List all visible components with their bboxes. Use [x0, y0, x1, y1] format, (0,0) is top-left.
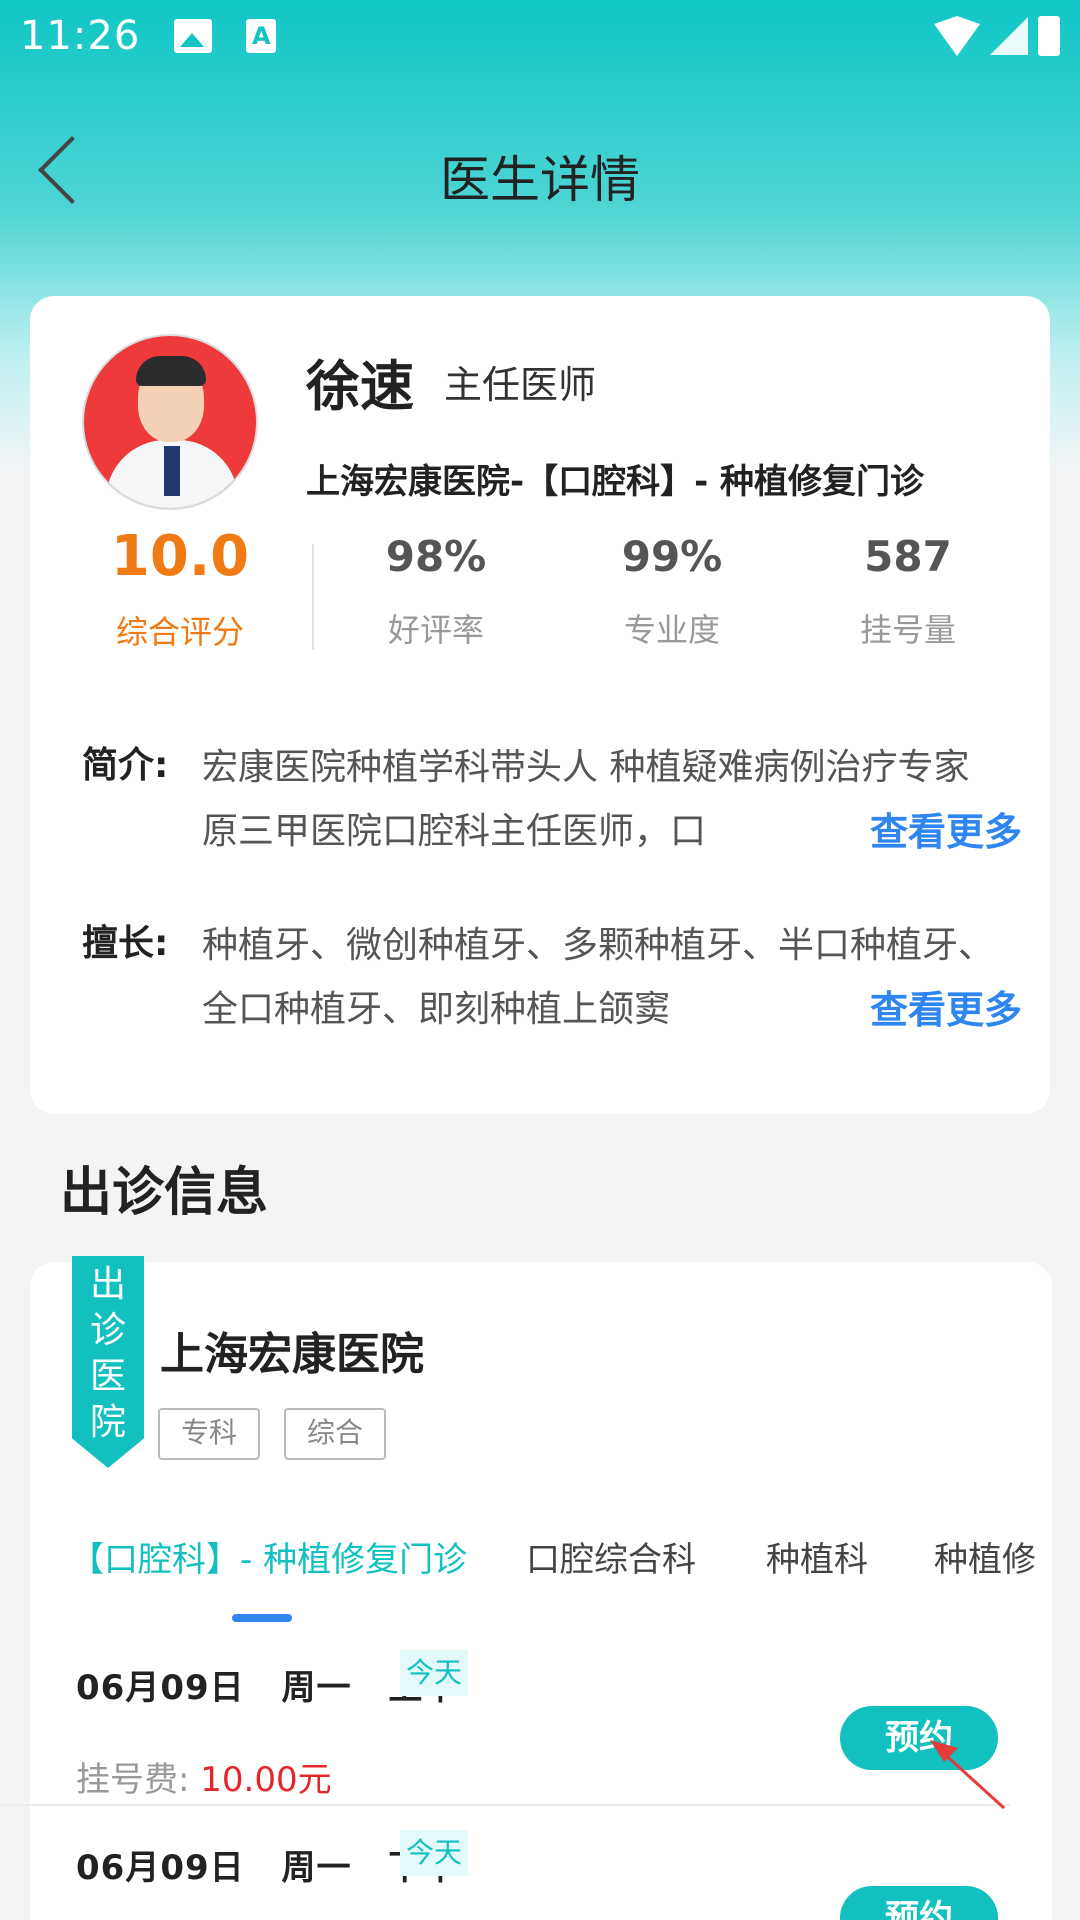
- doctor-title: 主任医师: [444, 363, 597, 407]
- today-badge: 今天: [400, 1650, 469, 1696]
- hospital-tag: 专科: [158, 1408, 260, 1460]
- page-title: 医生详情: [440, 151, 640, 209]
- image-notification-icon: [174, 19, 213, 53]
- slot-weekday: 周一: [281, 1848, 352, 1888]
- fee-label: 挂号费:: [76, 1760, 190, 1800]
- ribbon-char: 诊: [89, 1310, 126, 1351]
- doctor-name: 徐速: [306, 355, 414, 418]
- tab-active-indicator: [232, 1614, 292, 1622]
- book-button[interactable]: 预约: [840, 1886, 998, 1920]
- hospital-tag: 综合: [284, 1408, 386, 1460]
- intro-label: 简介:: [82, 745, 169, 786]
- nav-bar: 医生详情: [0, 100, 1080, 240]
- stat-label: 好评率: [387, 611, 484, 649]
- stat-positive-rate: 98% 好评率: [346, 532, 526, 651]
- status-indicators: [934, 16, 1060, 56]
- tab-implant-restoration[interactable]: 【口腔科】- 种植修复门诊: [70, 1532, 467, 1581]
- intro-more-link[interactable]: 查看更多: [867, 800, 1022, 864]
- stat-value: 98%: [385, 532, 487, 581]
- battery-icon: [1038, 16, 1060, 56]
- fee-value: 10.00元: [200, 1760, 332, 1800]
- score-label: 综合评分: [115, 613, 244, 651]
- ribbon-char: 院: [89, 1402, 126, 1443]
- slot-weekday: 周一: [281, 1668, 352, 1708]
- stat-value: 587: [864, 532, 952, 581]
- slot-date: 06月09日: [76, 1848, 245, 1888]
- visit-section-title: 出诊信息: [60, 1163, 269, 1223]
- department-tabs: 【口腔科】- 种植修复门诊 口腔综合科 种植科 种植修: [70, 1532, 1044, 1612]
- doctor-department: 上海宏康医院-【口腔科】- 种植修复门诊: [306, 462, 925, 502]
- status-bar: 11:26 A: [0, 0, 1080, 72]
- wifi-icon: [934, 16, 980, 56]
- status-time: 11:26: [20, 13, 141, 59]
- stat-professionalism: 99% 专业度: [582, 532, 762, 651]
- stat-label: 专业度: [623, 611, 720, 649]
- visit-hospital-ribbon: 出 诊 医 院: [72, 1256, 144, 1468]
- overall-score: 10.0 综合评分: [90, 524, 270, 653]
- stat-divider: [312, 544, 314, 650]
- tab-oral-general[interactable]: 口腔综合科: [526, 1532, 696, 1581]
- hospital-name[interactable]: 上海宏康医院: [160, 1318, 424, 1382]
- stat-registrations: 587 挂号量: [818, 532, 998, 651]
- ribbon-char: 医: [89, 1356, 126, 1397]
- signal-icon: [990, 17, 1028, 55]
- slot-date: 06月09日: [76, 1668, 245, 1708]
- ribbon-char: 出: [89, 1264, 126, 1305]
- book-button[interactable]: 预约: [840, 1706, 998, 1770]
- app-notification-icon: A: [246, 19, 277, 53]
- tab-implant[interactable]: 种植科: [766, 1532, 868, 1581]
- slot-divider: [0, 1804, 1010, 1806]
- stat-value: 99%: [621, 532, 723, 581]
- specialty-label: 擅长:: [82, 923, 169, 964]
- page: 11:26 A 医生详情 徐速 主任医师 上海宏康医院-【口腔科】- 种植修复门…: [0, 0, 1080, 1920]
- today-badge: 今天: [400, 1830, 469, 1876]
- doctor-avatar: [82, 334, 258, 510]
- stat-label: 挂号量: [859, 611, 956, 649]
- registration-fee: 挂号费: 10.00元: [76, 1752, 332, 1801]
- visit-card: 出 诊 医 院 上海宏康医院 专科 综合 【口腔科】- 种植修复门诊 口腔综合科…: [30, 1256, 1052, 1920]
- score-value: 10.0: [110, 524, 250, 589]
- specialty-more-link[interactable]: 查看更多: [867, 978, 1022, 1042]
- doctor-card: 徐速 主任医师 上海宏康医院-【口腔科】- 种植修复门诊 10.0 综合评分 9…: [30, 296, 1050, 1114]
- tab-implant-more[interactable]: 种植修: [934, 1532, 1036, 1581]
